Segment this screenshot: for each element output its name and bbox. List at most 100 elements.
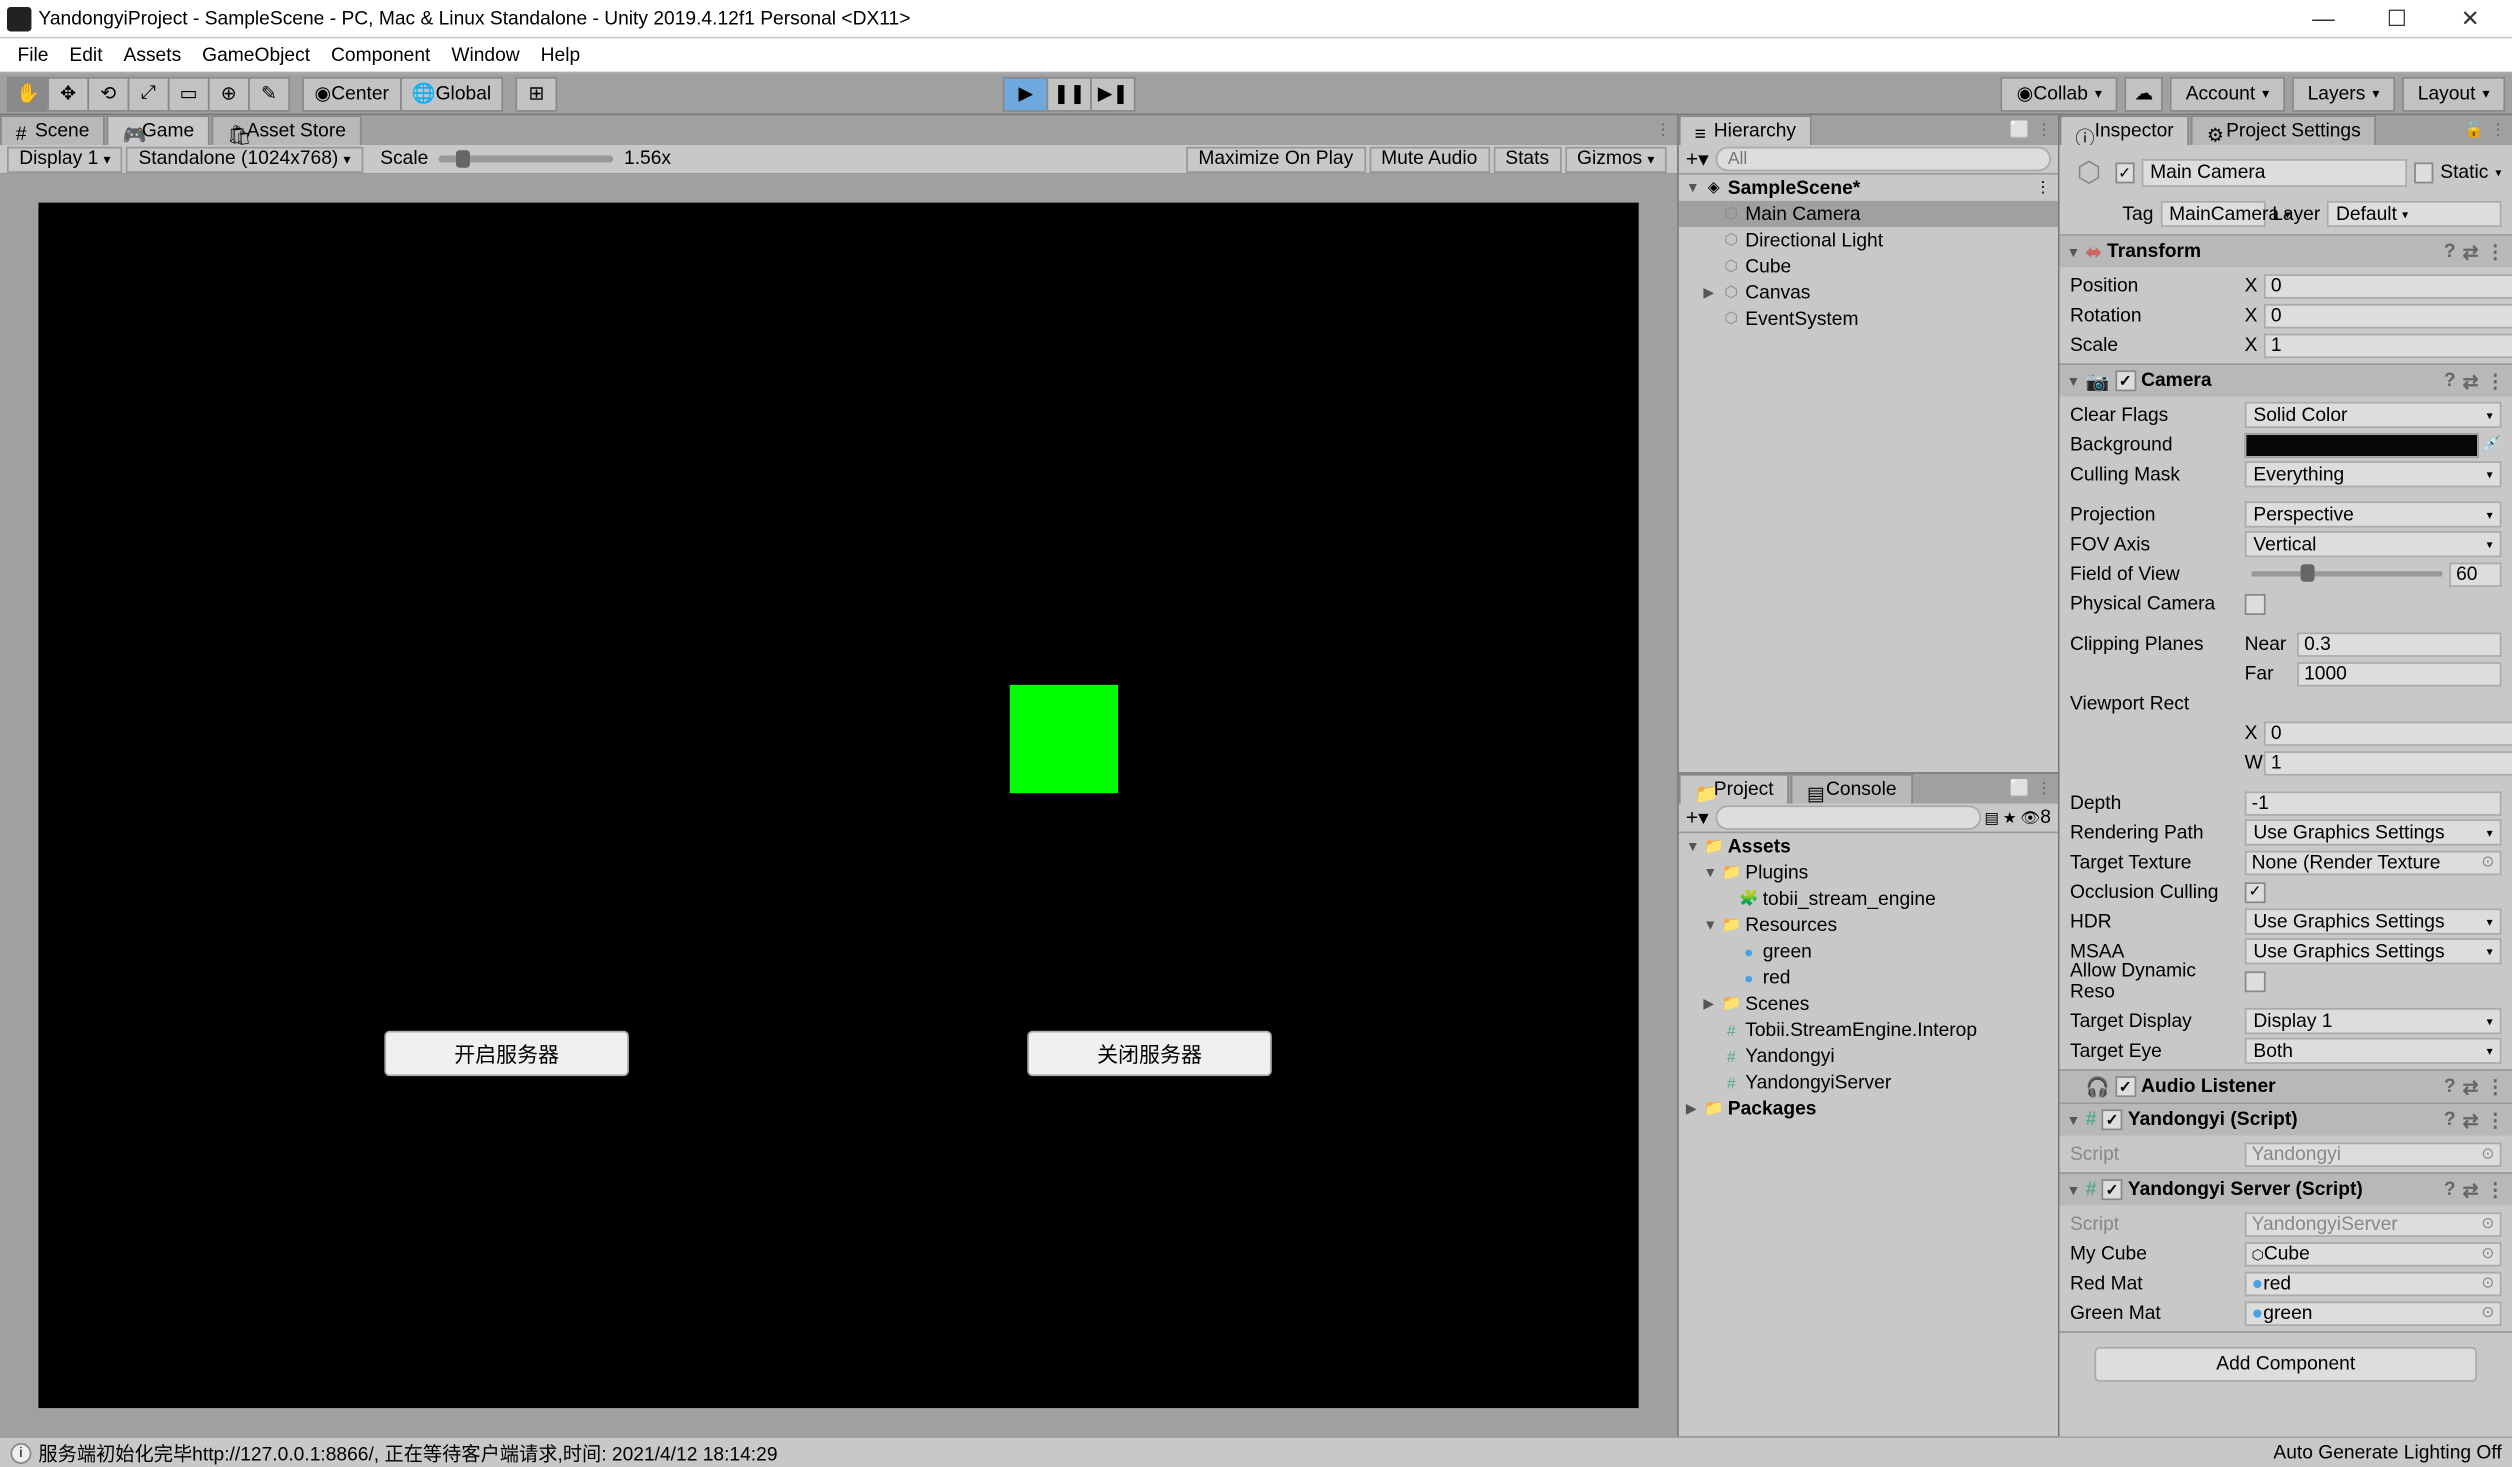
snap-button[interactable]: ⊞ [516, 76, 558, 111]
rot-x-input[interactable] [2264, 303, 2512, 327]
project-red-mat-row[interactable]: ●red [1679, 964, 2058, 990]
preset-icon[interactable]: ⇄ [2463, 1178, 2479, 1201]
static-checkbox[interactable] [2414, 162, 2433, 183]
stats-button[interactable]: Stats [1493, 146, 1561, 172]
transform-header[interactable]: ▼⬌ Transform ?⇄⋮ [2060, 236, 2512, 267]
server-script-field[interactable]: YandongyiServer⊙ [2245, 1212, 2502, 1236]
project-interop-row[interactable]: #Tobii.StreamEngine.Interop [1679, 1017, 2058, 1043]
pos-x-input[interactable] [2264, 273, 2512, 297]
physical-camera-checkbox[interactable] [2245, 593, 2266, 614]
tab-game[interactable]: 🎮Game [107, 115, 210, 145]
minimize-button[interactable]: — [2299, 3, 2348, 34]
project-favorite-icon[interactable]: ★ [2003, 808, 2017, 827]
tag-dropdown[interactable]: MainCamera [2161, 201, 2266, 227]
add-component-button[interactable]: Add Component [2095, 1347, 2478, 1382]
project-plugins-row[interactable]: ▼📁Plugins [1679, 860, 2058, 886]
menu-icon[interactable]: ⋮ [2486, 369, 2505, 392]
account-dropdown[interactable]: Account▾ [2170, 76, 2285, 111]
layer-dropdown[interactable]: Default [2327, 201, 2501, 227]
project-create-button[interactable]: +▾ [1686, 805, 1709, 829]
pause-button[interactable]: ❚❚ [1047, 76, 1092, 111]
hierarchy-item-directional-light[interactable]: ⬡Directional Light [1679, 227, 2058, 253]
menu-edit[interactable]: Edit [59, 41, 113, 69]
culling-mask-dropdown[interactable]: Everything [2245, 461, 2502, 487]
mute-audio-button[interactable]: Mute Audio [1369, 146, 1490, 172]
tab-asset-store[interactable]: 🛍Asset Store [212, 115, 362, 145]
depth-input[interactable] [2245, 791, 2502, 815]
menu-icon[interactable]: ⋮ [2486, 1108, 2505, 1131]
transform-tool-button[interactable]: ⊕ [208, 76, 250, 111]
menu-window[interactable]: Window [441, 41, 530, 69]
yandongyi-header[interactable]: ▼# ✓ Yandongyi (Script) ?⇄⋮ [2060, 1104, 2512, 1135]
start-server-button[interactable]: 开启服务器 [384, 1031, 629, 1076]
hierarchy-scene-row[interactable]: ▼◈SampleScene*⋮ [1679, 175, 2058, 201]
help-icon[interactable]: ? [2444, 1178, 2456, 1201]
camera-header[interactable]: ▼📷 ✓ Camera ?⇄⋮ [2060, 365, 2512, 396]
hierarchy-item-main-camera[interactable]: ⬡Main Camera [1679, 201, 2058, 227]
project-maximize-icon[interactable]: ⬜ [2009, 778, 2030, 799]
red-mat-field[interactable]: ●red⊙ [2245, 1271, 2502, 1295]
preset-icon[interactable]: ⇄ [2463, 240, 2479, 263]
maximize-on-play-button[interactable]: Maximize On Play [1186, 146, 1365, 172]
my-cube-field[interactable]: ⬡Cube⊙ [2245, 1241, 2502, 1265]
fov-axis-dropdown[interactable]: Vertical [2245, 531, 2502, 557]
target-display-dropdown[interactable]: Display 1 [2245, 1008, 2502, 1034]
hierarchy-item-canvas[interactable]: ▶⬡Canvas [1679, 280, 2058, 306]
project-green-mat-row[interactable]: ●green [1679, 938, 2058, 964]
menu-file[interactable]: File [7, 41, 59, 69]
gameobject-name-input[interactable] [2142, 159, 2408, 187]
target-texture-field[interactable]: None (Render Texture⊙ [2245, 850, 2502, 874]
green-mat-field[interactable]: ●green⊙ [2245, 1301, 2502, 1325]
inspector-menu-icon[interactable]: ⋮ [2488, 120, 2509, 141]
status-message[interactable]: 服务端初始化完毕http://127.0.0.1:8866/, 正在等待客户端请… [38, 1439, 777, 1467]
hierarchy-item-eventsystem[interactable]: ⬡EventSystem [1679, 306, 2058, 332]
project-assets-row[interactable]: ▼📁Assets [1679, 833, 2058, 859]
msaa-dropdown[interactable]: Use Graphics Settings [2245, 938, 2502, 964]
tab-project[interactable]: 📁Project [1679, 774, 1789, 804]
aspect-dropdown[interactable]: Standalone (1024x768) [126, 146, 363, 172]
dynamic-resolution-checkbox[interactable] [2245, 970, 2266, 991]
collab-button[interactable]: ◉ Collab▾ [2001, 76, 2118, 111]
custom-tool-button[interactable]: ✎ [248, 76, 290, 111]
yandongyi-server-enabled-checkbox[interactable]: ✓ [2102, 1179, 2123, 1200]
menu-gameobject[interactable]: GameObject [192, 41, 321, 69]
tab-hierarchy[interactable]: ≡Hierarchy [1679, 115, 1812, 145]
audio-listener-enabled-checkbox[interactable]: ✓ [2115, 1076, 2136, 1097]
audio-listener-header[interactable]: ▼🎧 ✓ Audio Listener ?⇄⋮ [2060, 1071, 2512, 1102]
viewport-w-input[interactable] [2264, 750, 2512, 774]
occlusion-culling-checkbox[interactable]: ✓ [2245, 881, 2266, 902]
maximize-button[interactable]: ☐ [2372, 3, 2421, 34]
yandongyi-enabled-checkbox[interactable]: ✓ [2102, 1109, 2123, 1130]
viewport-x-input[interactable] [2264, 721, 2512, 745]
gameobject-active-checkbox[interactable]: ✓ [2115, 162, 2134, 183]
tab-console[interactable]: ▤Console [1791, 774, 1912, 804]
layout-dropdown[interactable]: Layout▾ [2402, 76, 2505, 111]
lighting-status[interactable]: Auto Generate Lighting Off [2273, 1442, 2501, 1463]
help-icon[interactable]: ? [2444, 240, 2456, 263]
pivot-rotation-button[interactable]: 🌐Global [399, 76, 503, 111]
layers-dropdown[interactable]: Layers▾ [2292, 76, 2395, 111]
menu-help[interactable]: Help [530, 41, 590, 69]
tab-scene[interactable]: #Scene [0, 115, 105, 145]
game-canvas[interactable]: 开启服务器 关闭服务器 [38, 203, 1638, 1408]
projection-dropdown[interactable]: Perspective [2245, 501, 2502, 527]
step-button[interactable]: ▶❚ [1090, 76, 1135, 111]
close-button[interactable]: ✕ [2446, 3, 2495, 34]
hierarchy-maximize-icon[interactable]: ⬜ [2009, 120, 2030, 141]
project-menu-icon[interactable]: ⋮ [2034, 778, 2055, 799]
yandongyi-script-field[interactable]: Yandongyi⊙ [2245, 1142, 2502, 1166]
preset-icon[interactable]: ⇄ [2463, 369, 2479, 392]
project-yandongyi-server-row[interactable]: #YandongyiServer [1679, 1069, 2058, 1095]
menu-component[interactable]: Component [321, 41, 441, 69]
project-yandongyi-row[interactable]: #Yandongyi [1679, 1043, 2058, 1069]
help-icon[interactable]: ? [2444, 369, 2456, 392]
preset-icon[interactable]: ⇄ [2463, 1075, 2479, 1098]
fov-input[interactable] [2449, 562, 2501, 586]
project-filter-icon[interactable]: ▤ [1984, 808, 1999, 827]
menu-icon[interactable]: ⋮ [2486, 1075, 2505, 1098]
menu-icon[interactable]: ⋮ [2486, 240, 2505, 263]
background-color-field[interactable] [2245, 432, 2479, 456]
fov-slider[interactable] [2252, 571, 2442, 576]
project-hidden-icon[interactable]: 👁 [2020, 808, 2040, 827]
hierarchy-menu-icon[interactable]: ⋮ [2034, 120, 2055, 141]
